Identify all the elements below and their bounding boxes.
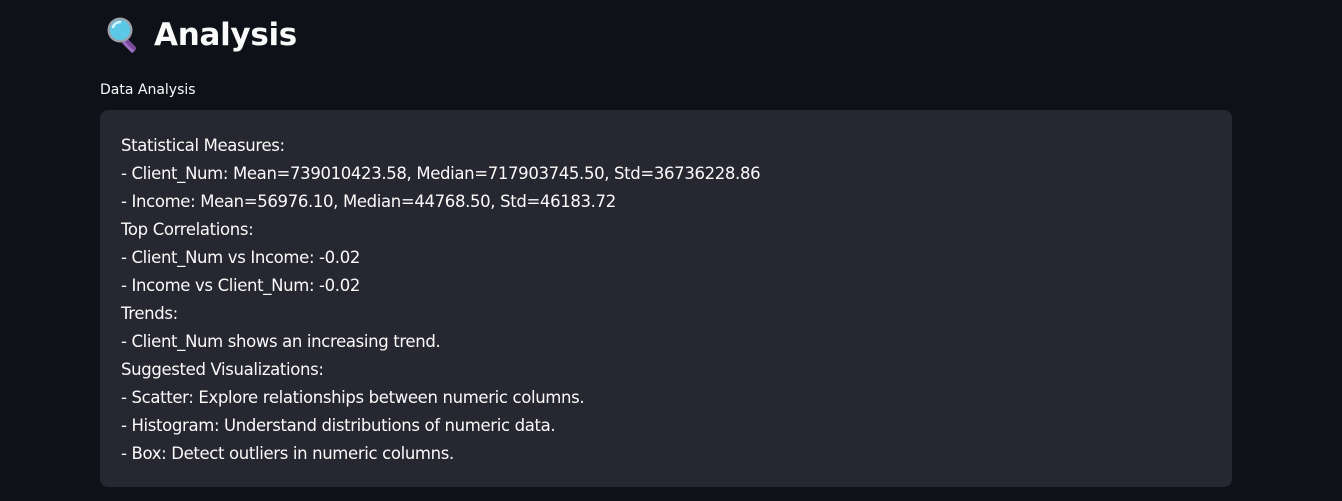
- data-analysis-label: Data Analysis: [100, 82, 196, 98]
- resize-handle[interactable]: [1222, 478, 1229, 487]
- analysis-text-line: Trends:: [121, 304, 178, 323]
- magnifying-glass-icon: [104, 15, 144, 55]
- analysis-text-line: - Client_Num shows an increasing trend.: [121, 332, 441, 351]
- analysis-text-line: Statistical Measures:: [121, 136, 285, 155]
- analysis-page: Analysis Data Analysis Statistical Measu…: [0, 0, 1342, 501]
- analysis-text-line: - Scatter: Explore relationships between…: [121, 388, 585, 407]
- analysis-text-line: - Client_Num: Mean=739010423.58, Median=…: [121, 164, 761, 183]
- analysis-text-line: - Income: Mean=56976.10, Median=44768.50…: [121, 192, 616, 211]
- analysis-text-line: - Client_Num vs Income: -0.02: [121, 248, 361, 267]
- analysis-text-line: - Box: Detect outliers in numeric column…: [121, 444, 454, 463]
- page-header: Analysis: [104, 12, 297, 58]
- page-title: Analysis: [154, 17, 297, 53]
- analysis-text-line: - Histogram: Understand distributions of…: [121, 416, 556, 435]
- data-analysis-textarea[interactable]: Statistical Measures: - Client_Num: Mean=…: [100, 110, 1232, 487]
- analysis-text-line: Top Correlations:: [121, 220, 254, 239]
- analysis-text-line: Suggested Visualizations:: [121, 360, 324, 379]
- analysis-text-line: - Income vs Client_Num: -0.02: [121, 276, 361, 295]
